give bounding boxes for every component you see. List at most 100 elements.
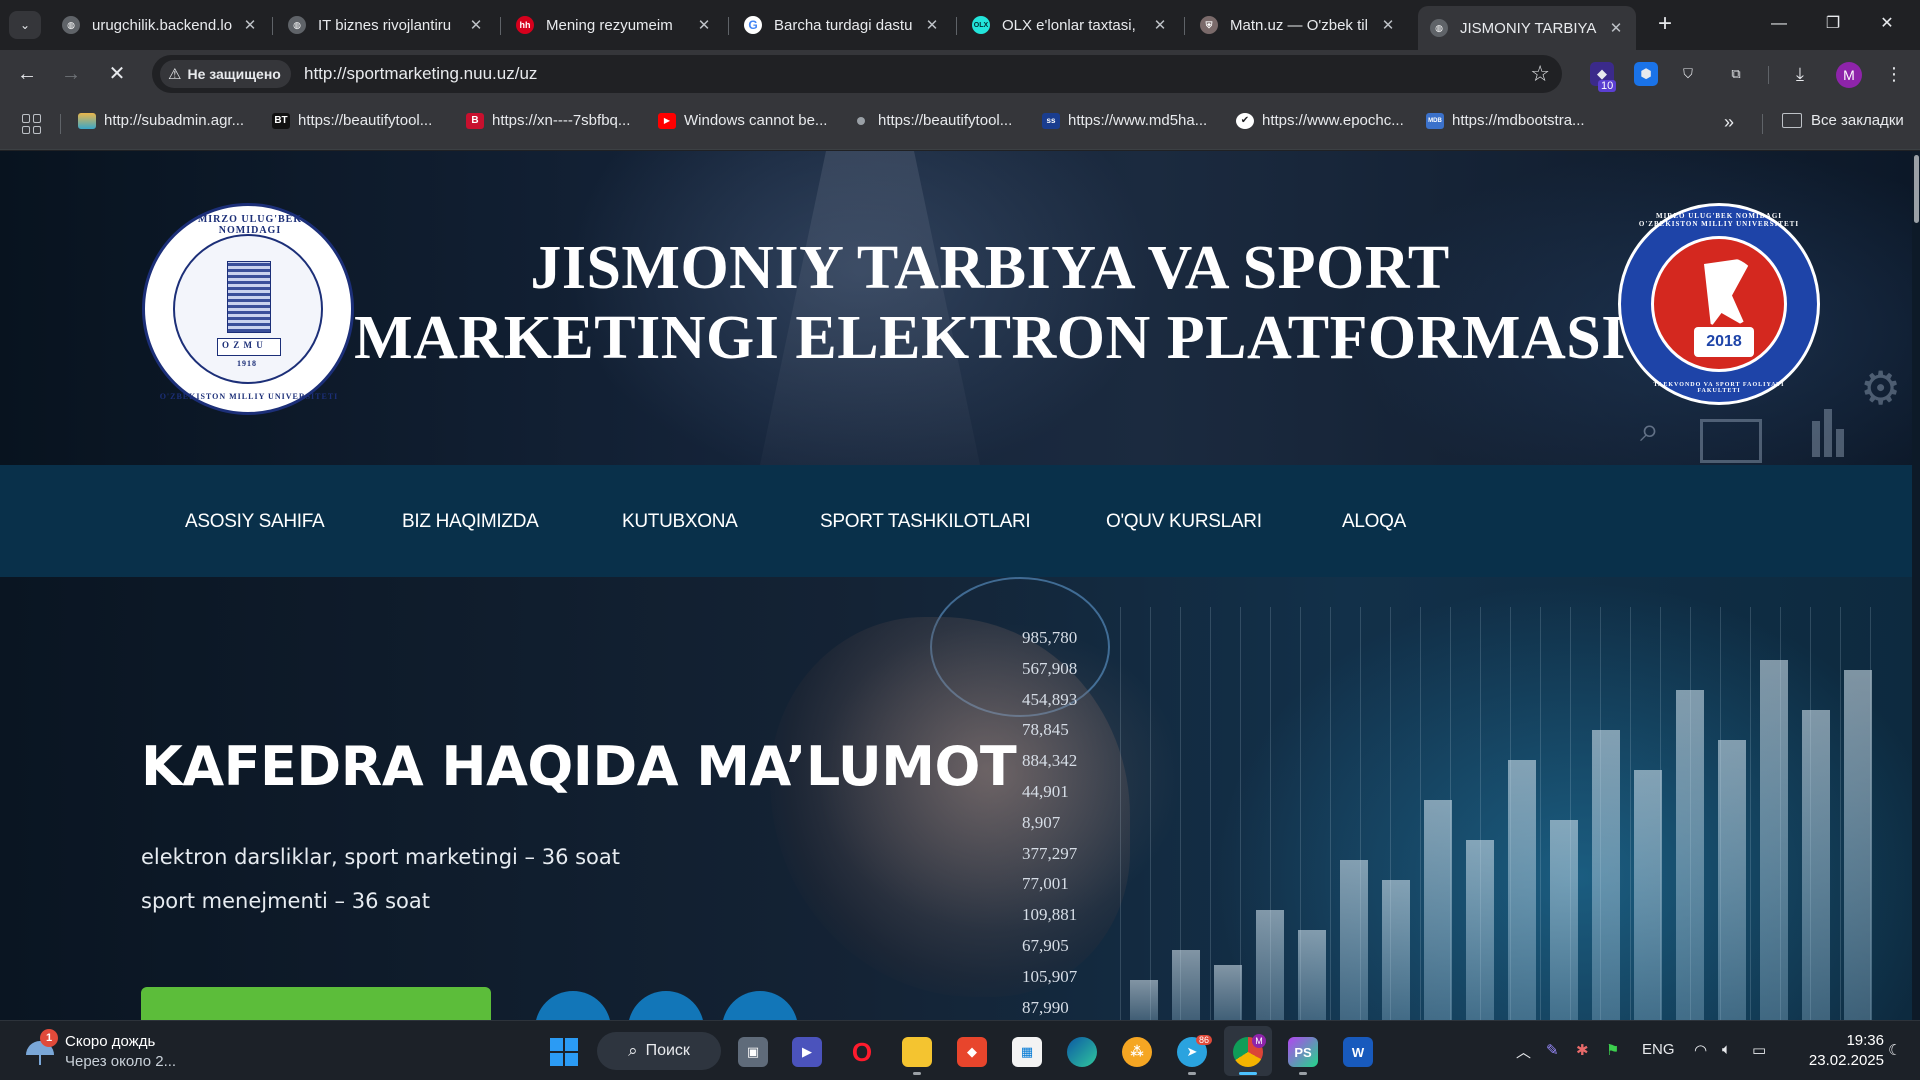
close-icon[interactable]: ✕ — [694, 16, 714, 34]
bookmark-item[interactable]: ss https://www.md5ha... — [1042, 112, 1207, 129]
taekwondo-kick-icon — [1704, 257, 1753, 327]
tab-4[interactable]: G Barcha turdagi dastu ✕ — [732, 8, 952, 42]
bookmark-label: https://beautifytool... — [298, 112, 433, 129]
security-label: Не защищено — [187, 66, 281, 82]
social-button[interactable] — [722, 991, 798, 1020]
bookmark-item[interactable]: B https://xn----7sbfbq... — [466, 112, 630, 129]
decor-bar — [1844, 670, 1872, 1020]
site-title-line1: JISMONIY TARBIYA VA SPORT — [530, 234, 1450, 302]
tab-1[interactable]: ◍ urugchilik.backend.lo ✕ — [50, 8, 270, 42]
bookmark-item[interactable]: ✔ https://www.epochc... — [1236, 112, 1404, 129]
decor-bar — [1340, 860, 1368, 1020]
microsoft-store-icon[interactable]: ▦ — [1012, 1037, 1042, 1067]
extensions-puzzle-icon[interactable]: ⧉ — [1724, 62, 1748, 86]
tab-6[interactable]: ⛨ Matn.uz — O'zbek til ✕ — [1188, 8, 1408, 42]
globe-icon: ◍ — [1430, 19, 1448, 37]
bookmark-item[interactable]: ▶ Windows cannot be... — [658, 112, 827, 129]
stop-loading-button[interactable]: ✕ — [102, 60, 132, 90]
nav-sport-organizations[interactable]: SPORT TASHKILOTLARI — [820, 511, 1031, 533]
word-icon[interactable]: W — [1343, 1037, 1373, 1067]
opera-icon[interactable]: O — [847, 1037, 877, 1067]
teams-meet-icon[interactable]: ▶ — [792, 1037, 822, 1067]
file-explorer-icon[interactable] — [902, 1037, 932, 1067]
security-chip[interactable]: ⚠ Не защищено — [160, 60, 291, 88]
tab-5[interactable]: OLX OLX e'lonlar taxtasi, ✕ — [960, 8, 1180, 42]
university-seal-logo[interactable]: O Z M U 1918 MIRZO ULUG'BEK NOMIDAGI O'Z… — [142, 203, 354, 415]
address-bar[interactable]: ⚠ Не защищено http://sportmarketing.nuu.… — [152, 55, 1562, 93]
battery-icon[interactable]: ▭ — [1752, 1041, 1766, 1059]
download-icon[interactable]: ⤓ — [1788, 62, 1812, 86]
bookmark-label: Windows cannot be... — [684, 112, 828, 129]
forward-button[interactable]: → — [56, 60, 86, 90]
notifications-moon-icon[interactable]: ☾ — [1888, 1041, 1901, 1059]
tab-2[interactable]: ◍ IT biznes rivojlantiru ✕ — [276, 8, 496, 42]
chevron-down-icon: ⌄ — [19, 18, 31, 32]
close-icon[interactable]: ✕ — [1150, 16, 1170, 34]
minimize-button[interactable]: — — [1756, 10, 1802, 38]
wifi-icon[interactable]: ◠ — [1694, 1041, 1707, 1059]
social-button[interactable] — [628, 991, 704, 1020]
telegram-badge: 86 — [1196, 1035, 1213, 1045]
close-icon[interactable]: ✕ — [1606, 19, 1626, 37]
weather-title: Скоро дождь — [65, 1033, 156, 1050]
tray-app-icon[interactable]: ⁂ — [1122, 1037, 1152, 1067]
bg-number: 78,845 — [1022, 720, 1069, 740]
social-button[interactable] — [535, 991, 611, 1020]
nav-courses[interactable]: O'QUV KURSLARI — [1106, 511, 1262, 533]
more-menu-icon[interactable]: ⋮ — [1882, 62, 1906, 86]
extension-blue-icon[interactable]: ⬢ — [1634, 62, 1658, 86]
apps-grid-icon[interactable] — [22, 114, 42, 134]
scrollbar-thumb[interactable] — [1914, 155, 1919, 223]
all-bookmarks-button[interactable]: Все закладки — [1782, 112, 1904, 129]
main-navigation: ASOSIY SAHIFA BIZ HAQIMIZDA KUTUBXONA SP… — [0, 465, 1920, 577]
bookmark-item[interactable]: BT https://beautifytool... — [272, 112, 432, 129]
page-scrollbar[interactable] — [1912, 151, 1920, 1020]
bookmark-item[interactable]: https://beautifytool... — [852, 112, 1012, 129]
taskbar-search[interactable]: ⌕ Поиск — [597, 1032, 721, 1070]
task-view-icon[interactable]: ▣ — [738, 1037, 768, 1067]
edge-icon[interactable] — [1067, 1037, 1097, 1067]
nav-about[interactable]: BIZ HAQIMIZDA — [402, 511, 539, 533]
restore-button[interactable]: ❐ — [1810, 10, 1856, 38]
back-button[interactable]: ← — [12, 60, 42, 90]
grid-line — [1750, 607, 1751, 1020]
close-icon[interactable]: ✕ — [466, 16, 486, 34]
tray-bug-icon[interactable]: ✱ — [1576, 1041, 1589, 1059]
site-title: JISMONIY TARBIYA VA SPORT MARKETINGI ELE… — [340, 233, 1640, 373]
profile-avatar[interactable]: M — [1836, 62, 1862, 88]
decor-bar — [1130, 980, 1158, 1020]
pen-icon[interactable]: ✎ — [1546, 1041, 1559, 1059]
clock-date: 23.02.2025 — [1808, 1052, 1884, 1069]
decor-bar — [1718, 740, 1746, 1020]
bookmark-item[interactable]: MDB https://mdbootstra... — [1426, 112, 1585, 129]
new-tab-button[interactable]: + — [1652, 12, 1678, 38]
tab-active[interactable]: ◍ JISMONIY TARBIYA V ✕ — [1418, 6, 1636, 50]
tab-search-button[interactable]: ⌄ — [9, 11, 41, 39]
hero-cta-button[interactable] — [141, 987, 491, 1020]
system-clock[interactable]: 19:36 23.02.2025 — [1794, 1031, 1884, 1071]
more-bookmarks-button[interactable]: » — [1724, 112, 1734, 133]
url-text[interactable]: http://sportmarketing.nuu.uz/uz — [304, 64, 537, 84]
bookmark-item[interactable]: http://subadmin.agr... — [78, 112, 244, 129]
search-label: Поиск — [645, 1042, 690, 1059]
grid-line — [1120, 607, 1121, 1020]
bookmark-star-icon[interactable]: ☆ — [1530, 61, 1550, 87]
phpstorm-icon[interactable]: PS — [1288, 1037, 1318, 1067]
dot-icon — [852, 113, 870, 129]
close-icon[interactable]: ✕ — [922, 16, 942, 34]
shield-extension-icon[interactable]: ⛉ — [1676, 62, 1700, 86]
nav-contact[interactable]: ALOQA — [1342, 511, 1406, 533]
close-icon[interactable]: ✕ — [1378, 16, 1398, 34]
language-indicator[interactable]: ENG — [1642, 1041, 1675, 1058]
nav-home[interactable]: ASOSIY SAHIFA — [185, 511, 325, 533]
windows-start-icon[interactable] — [549, 1037, 579, 1067]
tab-3[interactable]: hh Mening rezyumeim ✕ — [504, 8, 724, 42]
faculty-seal-logo[interactable]: 2018 MIRZO ULUG'BEK NOMIDAGI O'ZBEKISTON… — [1618, 203, 1820, 405]
close-icon[interactable]: ✕ — [240, 16, 260, 34]
tray-chevron-up-icon[interactable]: ︿ — [1516, 1041, 1531, 1062]
flag-icon[interactable]: ⚑ — [1606, 1041, 1619, 1059]
volume-icon[interactable]: 🔈︎ — [1722, 1041, 1731, 1058]
anydesk-icon[interactable]: ◆ — [957, 1037, 987, 1067]
nav-library[interactable]: KUTUBXONA — [622, 511, 738, 533]
close-window-button[interactable]: ✕ — [1864, 10, 1910, 38]
